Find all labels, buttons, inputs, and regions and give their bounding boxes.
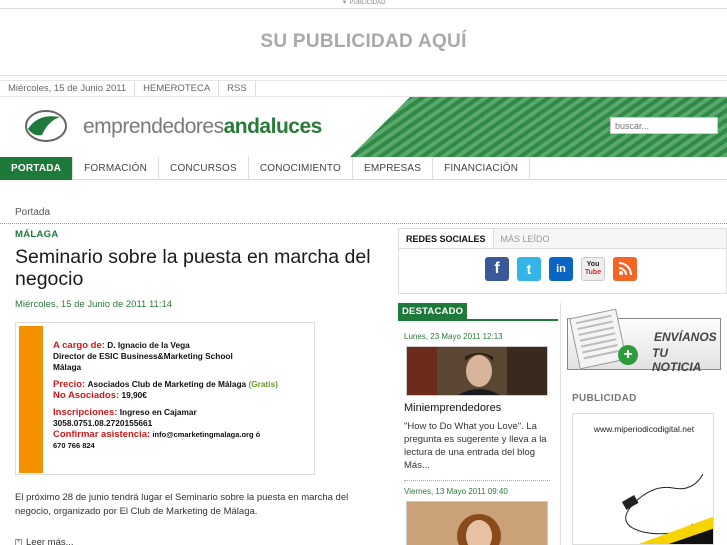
youtube-text: Tube (584, 269, 602, 276)
current-date: Miércoles, 15 de Junio 2011 (0, 81, 136, 96)
poster-value: 19,90€ (121, 390, 147, 400)
main-nav: PORTADA FORMACIÓN CONCURSOS CONOCIMIENTO… (0, 157, 727, 180)
publicidad-label: PUBLICIDAD (572, 393, 637, 404)
top-bar: Miércoles, 15 de Junio 2011 HEMEROTECA R… (0, 80, 727, 97)
poster-label: A cargo de: (53, 340, 105, 351)
youtube-icon[interactable]: You Tube (581, 257, 605, 281)
logo-bold-text: andaluces (223, 115, 323, 138)
ad-tag-label: PUBLICIDAD (349, 0, 386, 6)
tab-mas-leido[interactable]: MÁS LEÍDO (494, 229, 557, 248)
social-box: REDES SOCIALES MÁS LEÍDO f t in You Tube (398, 228, 727, 294)
poster-orange-bar (19, 326, 43, 473)
send-news-button[interactable]: + ENVÍANOS TU NOTICIA (567, 308, 721, 374)
article-date: Miércoles, 15 de Junio de 2011 11:14 (15, 299, 173, 310)
breadcrumb[interactable]: Portada (15, 207, 50, 218)
poster-label: Precio: (53, 379, 86, 390)
promo-line2: TU NOTICIA (652, 346, 702, 374)
destacado-section: DESTACADO Lunes, 23 Mayo 2011 12:13 Mini… (398, 303, 558, 545)
nav-portada[interactable]: PORTADA (0, 157, 74, 180)
search-input[interactable] (610, 117, 718, 134)
poster-value: 670 766 824 (53, 441, 95, 450)
post-date: Viernes, 13 Mayo 2011 09:40 (404, 487, 508, 496)
main-article: MÁLAGA Seminario sobre la puesta en marc… (15, 229, 390, 545)
nav-concursos[interactable]: CONCURSOS (159, 157, 249, 180)
article-section[interactable]: MÁLAGA (15, 229, 390, 240)
poster-value: info@cmarketingmalaga.org ó (152, 430, 261, 439)
tab-redes-sociales[interactable]: REDES SOCIALES (399, 229, 494, 248)
side-ad[interactable]: www.miperiodicodigital.net (572, 413, 714, 545)
read-more[interactable]: + Leer más... (15, 537, 390, 545)
promo-line1: ENVÍANOS (654, 330, 717, 344)
poster-label: No Asociados: (53, 390, 120, 401)
nav-conocimiento[interactable]: CONOCIMIENTO (249, 157, 353, 180)
expand-icon: + (15, 539, 22, 545)
poster-text: A cargo de: D. Ignacio de la Vega Direct… (53, 340, 278, 451)
poster-value: 3058.0751.08.2720155661 (53, 418, 153, 428)
nav-formacion[interactable]: FORMACIÓN (73, 157, 160, 180)
divider (404, 480, 550, 481)
ad-banner-text: SU PUBLICIDAD AQUÍ (260, 31, 467, 52)
article-poster-image: A cargo de: D. Ignacio de la Vega Direct… (15, 322, 315, 475)
top-ad-banner[interactable]: SU PUBLICIDAD AQUÍ (0, 8, 727, 76)
newspaper-icon (569, 308, 627, 370)
poster-label: Inscripciones: (53, 407, 118, 418)
poster-value: (Gratis) (248, 379, 278, 389)
article-title[interactable]: Seminario sobre la puesta en marcha del … (15, 246, 390, 290)
logo-mark-icon (25, 110, 67, 142)
usb-cable-icon (621, 473, 713, 544)
triangle-down-icon: ▼ (341, 0, 348, 6)
post-excerpt: "How to Do What you Love". La pregunta e… (404, 421, 547, 471)
poster-value: Asociados Club de Marketing de Málaga (87, 379, 247, 389)
site-header: emprendedoresandaluces (0, 97, 727, 157)
rss-link[interactable]: RSS (219, 81, 256, 96)
logo-light-text: emprendedores (83, 115, 224, 138)
ad-tag: ▼ PUBLICIDAD (0, 0, 727, 8)
divider (0, 223, 727, 224)
social-icons: f t in You Tube (485, 257, 637, 281)
linkedin-icon[interactable]: in (549, 257, 573, 281)
site-logo[interactable]: emprendedoresandaluces (83, 115, 322, 139)
post-date: Lunes, 23 Mayo 2011 12:13 (404, 332, 503, 341)
poster-value: D. Ignacio de la Vega (107, 340, 190, 350)
post-thumbnail[interactable] (406, 501, 548, 545)
hemeroteca-link[interactable]: HEMEROTECA (135, 81, 220, 96)
poster-value: Director de ESIC Business&Marketing Scho… (53, 351, 233, 361)
rss-icon[interactable] (613, 257, 637, 281)
poster-value: Ingreso en Cajamar (119, 407, 197, 417)
facebook-icon[interactable]: f (485, 257, 509, 281)
column-separator (560, 303, 561, 545)
nav-empresas[interactable]: EMPRESAS (353, 157, 434, 180)
nav-financiacion[interactable]: FINANCIACIÓN (433, 157, 531, 180)
ad-url: www.miperiodicodigital.net (593, 424, 695, 434)
twitter-icon[interactable]: t (517, 257, 541, 281)
youtube-text: You (586, 261, 600, 268)
read-more-link[interactable]: Leer más... (26, 537, 74, 545)
poster-label: Confirmar asistencia: (53, 429, 151, 440)
destacado-label: DESTACADO (398, 303, 468, 320)
social-tabs: REDES SOCIALES MÁS LEÍDO (399, 229, 726, 249)
poster-value: Málaga (53, 362, 82, 372)
plus-icon: + (618, 345, 638, 365)
post-thumbnail[interactable] (406, 346, 548, 396)
destacado-rule (398, 319, 558, 321)
post-title[interactable]: Miniemprendedores (404, 402, 558, 414)
article-body: El próximo 28 de junio tendrá lugar el S… (15, 492, 349, 517)
